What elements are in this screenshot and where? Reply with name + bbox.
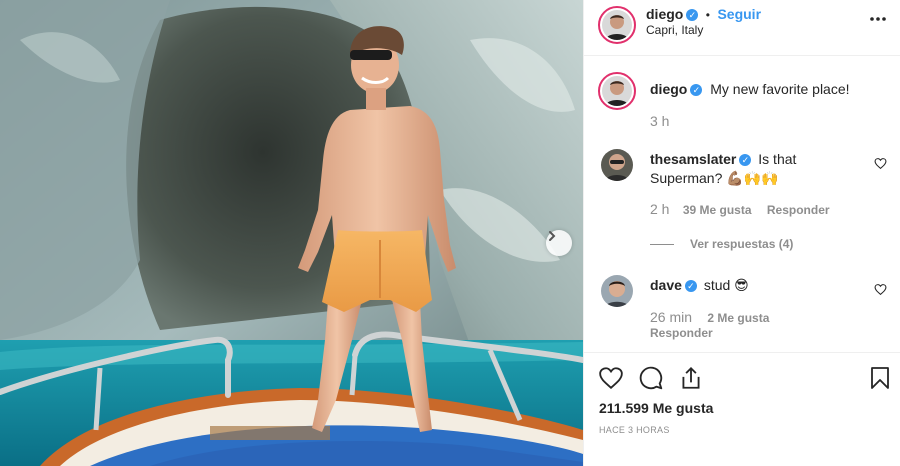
verified-badge-icon: ✓ <box>686 9 699 21</box>
like-button[interactable] <box>598 365 624 396</box>
view-replies-button[interactable]: Ver respuestas (4) <box>650 237 793 251</box>
post-header: diego ✓ • Seguir Capri, Italy <box>584 0 900 56</box>
bookmark-icon <box>871 367 889 389</box>
share-upload-icon <box>682 366 700 389</box>
save-button[interactable] <box>869 366 891 395</box>
replies-divider <box>650 243 674 245</box>
comment-time[interactable]: 2 h <box>650 201 669 217</box>
comment-likes[interactable]: 39 Me gusta <box>683 203 752 217</box>
heart-outline-icon <box>874 158 887 170</box>
caption-text: My new favorite place! <box>710 81 850 97</box>
comment-text-line2: Superman? 💪🏽🙌🙌 <box>650 170 779 186</box>
comment-likes[interactable]: 2 Me gusta <box>707 311 769 325</box>
heart-outline-icon <box>874 284 887 296</box>
comment-username[interactable]: dave <box>650 277 682 293</box>
reply-button[interactable]: Responder <box>650 326 713 340</box>
verified-badge-icon: ✓ <box>690 84 703 96</box>
more-options-button[interactable] <box>869 10 887 28</box>
reply-button[interactable]: Responder <box>767 203 830 217</box>
author-avatar[interactable] <box>598 6 636 44</box>
likes-count[interactable]: 211.599 Me gusta <box>599 400 713 416</box>
caption-username[interactable]: diego <box>650 81 687 97</box>
verified-badge-icon: ✓ <box>684 280 697 292</box>
instagram-post: diego ✓ • Seguir Capri, Italy diego ✓ My… <box>0 0 900 466</box>
post-location[interactable]: Capri, Italy <box>646 23 703 37</box>
caption-time[interactable]: 3 h <box>650 113 669 129</box>
comment-button[interactable] <box>638 365 664 396</box>
next-photo-button[interactable] <box>546 230 572 256</box>
view-replies-label: Ver respuestas (4) <box>690 237 794 251</box>
comment-time[interactable]: 26 min <box>650 309 692 325</box>
comment-like-button[interactable] <box>874 157 887 175</box>
photo-scene <box>0 0 583 466</box>
avatar-image <box>601 149 633 181</box>
caption-author-avatar[interactable] <box>598 72 636 110</box>
post-actions: 211.599 Me gusta HACE 3 HORAS <box>584 352 900 466</box>
post-side-panel: diego ✓ • Seguir Capri, Italy diego ✓ My… <box>583 0 900 466</box>
comment-text: stud 😎 <box>703 277 749 293</box>
comment-username[interactable]: thesamslater <box>650 151 736 167</box>
more-horizontal-icon <box>870 17 886 21</box>
comment-text-line1: Is that <box>758 151 797 167</box>
chevron-right-icon <box>549 231 556 241</box>
dot-separator: • <box>705 8 710 22</box>
heart-outline-icon <box>599 367 623 389</box>
verified-badge-icon: ✓ <box>739 154 752 166</box>
commenter-avatar[interactable] <box>601 275 633 307</box>
comment-like-button[interactable] <box>874 283 887 301</box>
avatar-image <box>602 76 632 106</box>
share-button[interactable] <box>678 365 704 396</box>
comment-bubble-icon <box>639 366 663 390</box>
commenter-avatar[interactable] <box>601 149 633 181</box>
follow-button[interactable]: Seguir <box>717 6 761 22</box>
post-timestamp[interactable]: HACE 3 HORAS <box>599 425 670 435</box>
author-username[interactable]: diego <box>646 6 683 22</box>
avatar-image <box>601 275 633 307</box>
avatar-image <box>602 10 632 40</box>
post-photo[interactable] <box>0 0 583 466</box>
